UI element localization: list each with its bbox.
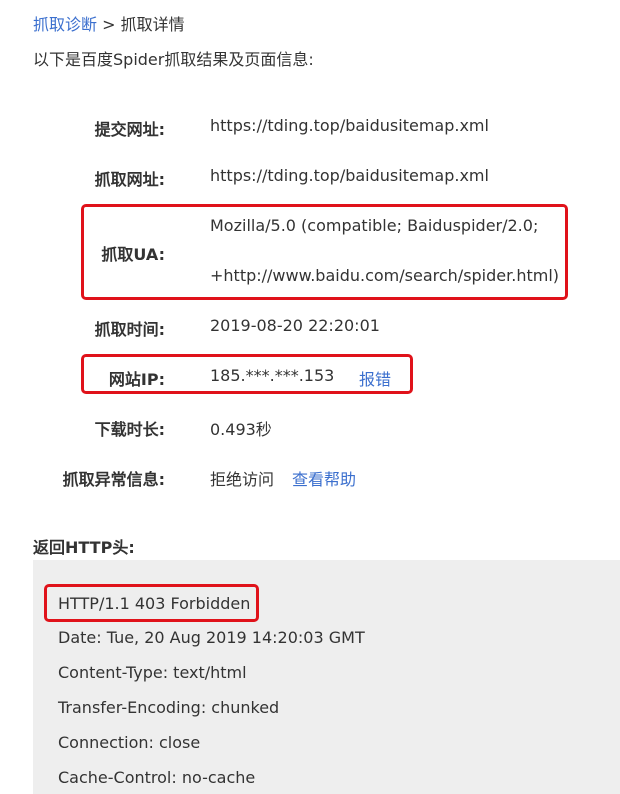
http-headers-panel: HTTP/1.1 403 Forbidden Date: Tue, 20 Aug… xyxy=(33,560,620,794)
http-header-line: Connection: close xyxy=(58,733,201,752)
crawl-ua-value-line1: Mozilla/5.0 (compatible; Baiduspider/2.0… xyxy=(210,216,539,235)
crawl-time-label: 抓取时间: xyxy=(94,320,165,339)
http-header-line: Date: Tue, 20 Aug 2019 14:20:03 GMT xyxy=(58,628,365,647)
http-header-line: Cache-Control: no-cache xyxy=(58,768,256,787)
crawl-time-value: 2019-08-20 22:20:01 xyxy=(210,316,380,335)
crawl-ua-value-line2: +http://www.baidu.com/search/spider.html… xyxy=(210,266,560,285)
crawl-error-label: 抓取异常信息: xyxy=(62,470,165,489)
crawl-url-value: https://tding.top/baidusitemap.xml xyxy=(210,166,489,185)
http-header-line: Content-Type: text/html xyxy=(58,663,247,682)
submit-url-label: 提交网址: xyxy=(94,120,165,139)
report-error-link[interactable]: 报错 xyxy=(359,366,391,390)
breadcrumb-current: 抓取详情 xyxy=(120,15,185,34)
crawl-error-value: 拒绝访问 xyxy=(210,470,275,489)
crawl-ua-label: 抓取UA: xyxy=(101,245,165,264)
breadcrumb: 抓取诊断 > 抓取详情 xyxy=(33,11,185,35)
http-header-line: Transfer-Encoding: chunked xyxy=(58,698,280,717)
download-time-label: 下载时长: xyxy=(94,420,165,439)
breadcrumb-separator: > xyxy=(102,15,116,34)
http-header-line: HTTP/1.1 403 Forbidden xyxy=(58,594,251,613)
site-ip-label: 网站IP: xyxy=(108,370,165,389)
crawl-url-label: 抓取网址: xyxy=(94,170,165,189)
site-ip-value: 185.***.***.153 xyxy=(210,366,335,385)
view-help-link[interactable]: 查看帮助 xyxy=(292,466,356,490)
submit-url-value: https://tding.top/baidusitemap.xml xyxy=(210,116,489,135)
breadcrumb-link-crawl-diagnosis[interactable]: 抓取诊断 xyxy=(33,15,97,34)
intro-text: 以下是百度Spider抓取结果及页面信息: xyxy=(33,50,314,69)
http-headers-title: 返回HTTP头: xyxy=(33,538,135,557)
download-time-value: 0.493秒 xyxy=(210,420,272,439)
